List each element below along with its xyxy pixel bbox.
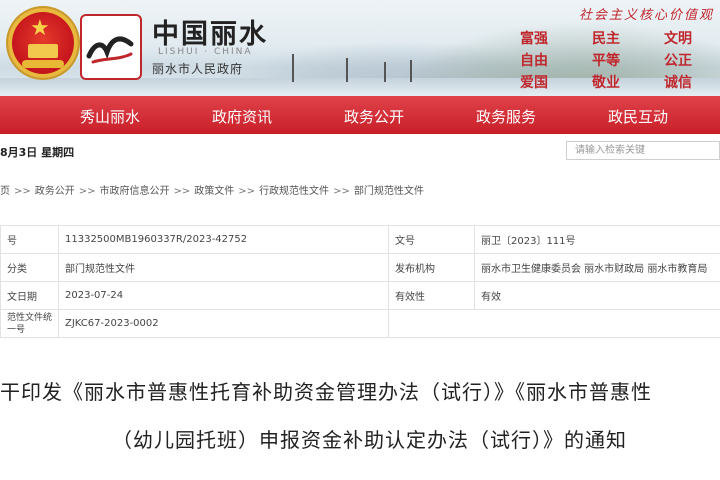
meta-value-category: 部门规范性文件 bbox=[58, 253, 389, 282]
breadcrumb-administrative-normative-docs[interactable]: 行政规范性文件 bbox=[259, 186, 329, 197]
meta-value-unified-number: ZJKC67-2023-0002 bbox=[58, 309, 389, 338]
core-value: 敬业 bbox=[592, 75, 620, 91]
meta-key-category: 分类 bbox=[0, 253, 59, 282]
meta-key-unified-number: 范性文件统一号 bbox=[0, 309, 59, 338]
breadcrumb-separator: >> bbox=[173, 186, 191, 197]
meta-empty-cell bbox=[388, 309, 720, 338]
meta-value-index-number: 11332500MB1960337R/2023-42752 bbox=[58, 225, 389, 254]
nav-item-public-interaction[interactable]: 政民互动 bbox=[608, 106, 668, 127]
site-banner: ★ 中国丽水 LISHUI · CHINA 丽水市人民政府 社会主义核心价值观 … bbox=[0, 0, 720, 96]
meta-value-issue-date: 2023-07-24 bbox=[58, 281, 389, 310]
nav-item-government-affairs-open[interactable]: 政务公开 bbox=[344, 106, 404, 127]
core-value: 爱国 bbox=[520, 75, 548, 91]
meta-value-issuer: 丽水市卫生健康委员会 丽水市财政局 丽水市教育局 bbox=[474, 253, 720, 282]
meta-key-doc-number: 文号 bbox=[388, 225, 475, 254]
table-row: 号 11332500MB1960337R/2023-42752 文号 丽卫〔20… bbox=[0, 225, 720, 254]
boat-mast bbox=[346, 58, 348, 82]
document-title-line-2: （幼儿园托班）申报资金补助认定办法（试行）》的通知 bbox=[112, 428, 627, 452]
nav-item-government-services[interactable]: 政务服务 bbox=[476, 106, 536, 127]
document-metadata-table: 号 11332500MB1960337R/2023-42752 文号 丽卫〔20… bbox=[0, 225, 720, 338]
breadcrumb-separator: >> bbox=[14, 186, 31, 197]
boat-mast bbox=[410, 60, 412, 82]
main-nav: 秀山丽水 政府资讯 政务公开 政务服务 政民互动 bbox=[0, 96, 720, 134]
table-row: 范性文件统一号 ZJKC67-2023-0002 bbox=[0, 309, 720, 338]
national-emblem-icon[interactable]: ★ bbox=[8, 8, 78, 78]
meta-key-issue-date: 文日期 bbox=[0, 281, 59, 310]
breadcrumb-separator: >> bbox=[333, 186, 350, 197]
breadcrumb-municipal-info-disclosure[interactable]: 市政府信息公开 bbox=[100, 186, 170, 197]
meta-value-validity: 有效 bbox=[474, 281, 720, 310]
meta-key-issuer: 发布机构 bbox=[388, 253, 475, 282]
search-input[interactable] bbox=[566, 141, 720, 160]
breadcrumb-home[interactable]: 页 bbox=[0, 186, 10, 197]
breadcrumb-separator: >> bbox=[238, 186, 256, 197]
table-row: 分类 部门规范性文件 发布机构 丽水市卫生健康委员会 丽水市财政局 丽水市教育局 bbox=[0, 253, 720, 282]
nav-item-xiushan-lishui[interactable]: 秀山丽水 bbox=[80, 106, 140, 127]
core-value: 平等 bbox=[592, 53, 620, 69]
current-date: 8月3日 星期四 bbox=[0, 146, 75, 159]
core-value: 诚信 bbox=[664, 75, 692, 91]
core-value: 自由 bbox=[520, 53, 548, 69]
breadcrumb-separator: >> bbox=[78, 186, 96, 197]
meta-value-doc-number: 丽卫〔2023〕111号 bbox=[474, 225, 720, 254]
core-value: 文明 bbox=[664, 31, 692, 47]
breadcrumb: 页 >> 政务公开 >> 市政府信息公开 >> 政策文件 >> 行政规范性文件 >> 部门规范性文件 bbox=[0, 182, 424, 197]
table-row: 文日期 2023-07-24 有效性 有效 bbox=[0, 281, 720, 310]
core-value: 富强 bbox=[520, 31, 548, 47]
breadcrumb-department-normative-docs[interactable]: 部门规范性文件 bbox=[354, 186, 424, 197]
breadcrumb-policy-documents[interactable]: 政策文件 bbox=[194, 186, 234, 197]
breadcrumb-government-affairs-open[interactable]: 政务公开 bbox=[35, 186, 75, 197]
core-value: 民主 bbox=[592, 31, 620, 47]
site-government-name: 丽水市人民政府 bbox=[152, 62, 244, 76]
site-title: 中国丽水 bbox=[152, 19, 268, 50]
site-subtitle: LISHUI · CHINA bbox=[158, 47, 253, 57]
core-value: 公正 bbox=[664, 53, 692, 69]
boat-mast bbox=[292, 54, 294, 82]
document-title-line-1: 干印发《丽水市普惠性托育补助资金管理办法（试行）》《丽水市普惠性 bbox=[0, 380, 652, 404]
nav-item-government-news[interactable]: 政府资讯 bbox=[212, 106, 272, 127]
boat-mast bbox=[384, 62, 386, 82]
core-values-grid: 富强 民主 文明 自由 平等 公正 爱国 敬业 诚信 bbox=[508, 30, 720, 94]
core-values-slogan: 社会主义核心价值观 bbox=[578, 8, 714, 23]
lishui-logo-icon[interactable] bbox=[80, 14, 142, 80]
meta-key-index-number: 号 bbox=[0, 225, 59, 254]
meta-key-validity: 有效性 bbox=[388, 281, 475, 310]
